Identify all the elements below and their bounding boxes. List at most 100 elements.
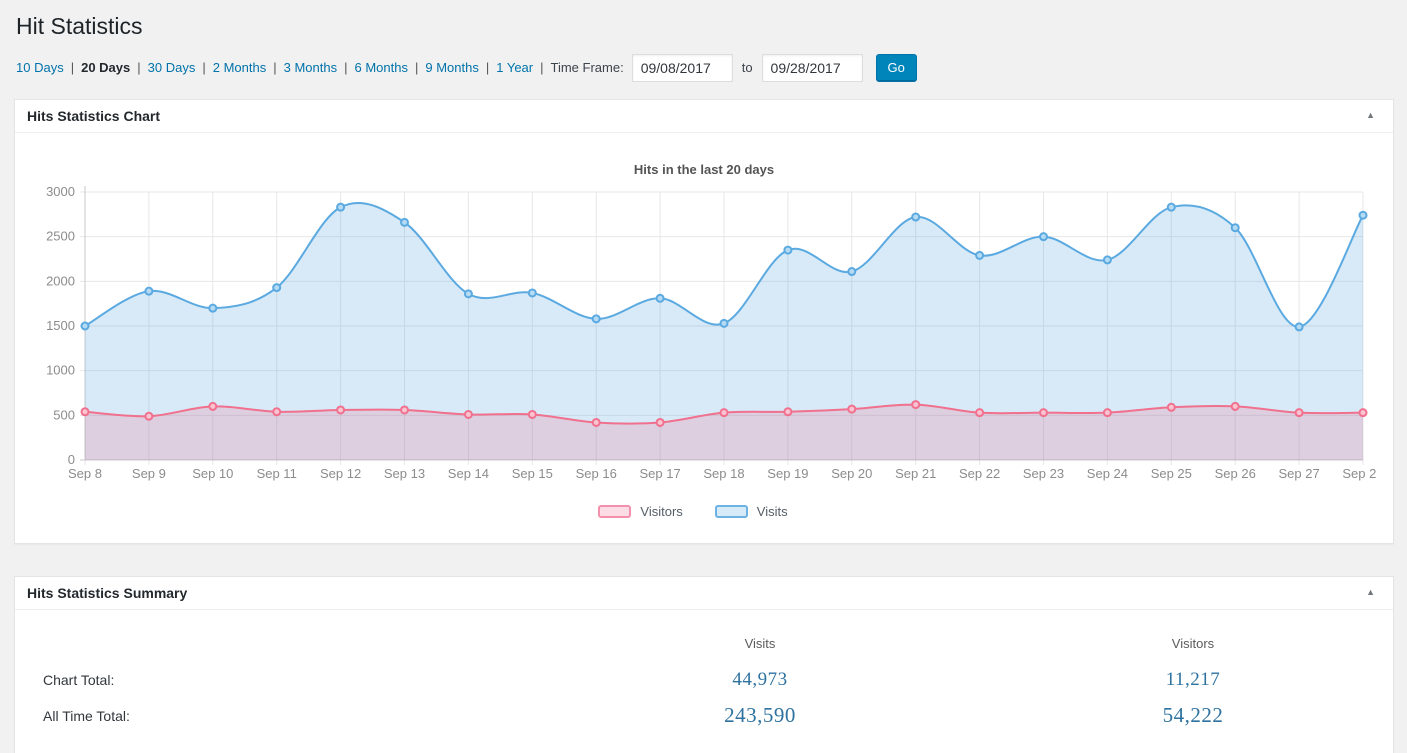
chart-point-visitors[interactable] (848, 405, 855, 412)
chart-point-visits[interactable] (1040, 233, 1047, 240)
separator: | (273, 60, 276, 75)
chart-point-visitors[interactable] (145, 413, 152, 420)
summary-col-visitors: Visitors (1005, 626, 1381, 662)
chart-point-visitors[interactable] (976, 409, 983, 416)
collapse-arrow-icon[interactable]: ▲ (1360, 584, 1381, 601)
summary-corner-cell (15, 626, 515, 662)
chart-point-visits[interactable] (465, 290, 472, 297)
x-tick-label: Sep 11 (257, 466, 297, 481)
x-tick-label: Sep 10 (192, 466, 233, 481)
legend-item-visitors[interactable]: Visitors (598, 504, 704, 519)
chart-point-visits[interactable] (1168, 204, 1175, 211)
visits-swatch-icon (715, 505, 748, 518)
x-tick-label: Sep 23 (1023, 466, 1064, 481)
chart-point-visitors[interactable] (401, 406, 408, 413)
x-tick-label: Sep 27 (1278, 466, 1319, 481)
chart-point-visits[interactable] (784, 246, 791, 253)
x-tick-label: Sep 24 (1087, 466, 1128, 481)
chart-point-visitors[interactable] (1296, 409, 1303, 416)
summary-panel-header[interactable]: Hits Statistics Summary ▲ (15, 577, 1393, 610)
collapse-arrow-icon[interactable]: ▲ (1360, 107, 1381, 124)
date-to-input[interactable] (762, 54, 863, 82)
chart-point-visits[interactable] (145, 288, 152, 295)
chart-point-visits[interactable] (848, 268, 855, 275)
chart-point-visitors[interactable] (465, 411, 472, 418)
chart-point-visitors[interactable] (1232, 403, 1239, 410)
chart-point-visitors[interactable] (337, 406, 344, 413)
page-title: Hit Statistics (14, 9, 1394, 46)
time-range-2-months[interactable]: 2 Months (213, 60, 266, 75)
y-tick-label: 1500 (46, 318, 75, 333)
summary-table: Visits Visitors Chart Total: 44,973 11,2… (15, 610, 1393, 753)
x-tick-label: Sep 26 (1215, 466, 1256, 481)
chart-point-visitors[interactable] (209, 403, 216, 410)
chart-point-visits[interactable] (1360, 212, 1367, 219)
x-tick-label: Sep 28 (1342, 466, 1377, 481)
chart-point-visitors[interactable] (273, 408, 280, 415)
chart-point-visits[interactable] (593, 315, 600, 322)
x-tick-label: Sep 22 (959, 466, 1000, 481)
chart-point-visits[interactable] (1232, 224, 1239, 231)
time-range-3-months[interactable]: 3 Months (284, 60, 337, 75)
chart-panel: Hits Statistics Chart ▲ Hits in the last… (14, 99, 1394, 544)
chart-legend: Visitors Visits (31, 501, 1377, 523)
chart-total-visits: 44,973 (515, 662, 1005, 698)
chart-point-visitors[interactable] (784, 408, 791, 415)
go-button[interactable]: Go (876, 54, 917, 82)
chart-total-label: Chart Total: (15, 662, 515, 698)
chart-point-visitors[interactable] (912, 401, 919, 408)
chart-total-visitors: 11,217 (1005, 662, 1381, 698)
chart-point-visitors[interactable] (82, 408, 89, 415)
separator: | (137, 60, 140, 75)
legend-item-visits[interactable]: Visits (715, 504, 810, 519)
chart-point-visits[interactable] (1104, 256, 1111, 263)
y-tick-label: 0 (68, 452, 75, 467)
chart-point-visits[interactable] (337, 204, 344, 211)
x-tick-label: Sep 21 (895, 466, 936, 481)
chart-point-visits[interactable] (209, 305, 216, 312)
chart-point-visitors[interactable] (529, 411, 536, 418)
chart-point-visits[interactable] (721, 320, 728, 327)
time-range-30-days[interactable]: 30 Days (148, 60, 196, 75)
x-tick-label: Sep 20 (831, 466, 872, 481)
time-range-9-months[interactable]: 9 Months (425, 60, 478, 75)
time-range-20-days[interactable]: 20 Days (81, 60, 130, 75)
separator: | (202, 60, 205, 75)
x-tick-label: Sep 9 (132, 466, 166, 481)
time-range-6-months[interactable]: 6 Months (354, 60, 407, 75)
chart-point-visits[interactable] (273, 284, 280, 291)
separator: | (344, 60, 347, 75)
chart-point-visitors[interactable] (1104, 409, 1111, 416)
legend-label-visits: Visits (757, 504, 788, 519)
chart-point-visits[interactable] (82, 322, 89, 329)
x-tick-label: Sep 8 (68, 466, 102, 481)
y-tick-label: 2000 (46, 273, 75, 288)
chart-point-visits[interactable] (1296, 323, 1303, 330)
chart-point-visitors[interactable] (1360, 409, 1367, 416)
x-tick-label: Sep 25 (1151, 466, 1192, 481)
chart-point-visits[interactable] (401, 219, 408, 226)
chart-panel-header[interactable]: Hits Statistics Chart ▲ (15, 100, 1393, 133)
time-range-10-days[interactable]: 10 Days (16, 60, 64, 75)
legend-label-visitors: Visitors (640, 504, 682, 519)
date-from-input[interactable] (632, 54, 733, 82)
chart-point-visits[interactable] (657, 295, 664, 302)
chart-point-visits[interactable] (529, 289, 536, 296)
x-tick-label: Sep 19 (767, 466, 808, 481)
chart-point-visitors[interactable] (1168, 404, 1175, 411)
y-tick-label: 1000 (46, 363, 75, 378)
chart-point-visitors[interactable] (657, 419, 664, 426)
chart-point-visitors[interactable] (1040, 409, 1047, 416)
time-range-1-year[interactable]: 1 Year (496, 60, 533, 75)
summary-col-visits: Visits (515, 626, 1005, 662)
time-frame-label: Time Frame: (551, 60, 624, 75)
chart-point-visits[interactable] (912, 213, 919, 220)
chart-point-visitors[interactable] (593, 419, 600, 426)
page: Hit Statistics 10 Days | 20 Days | 30 Days | 2… (0, 0, 1407, 753)
summary-panel-title: Hits Statistics Summary (27, 585, 187, 601)
chart-point-visits[interactable] (976, 252, 983, 259)
hits-chart-svg: 050010001500200025003000Sep 8Sep 9Sep 10… (31, 178, 1377, 490)
x-tick-label: Sep 16 (576, 466, 617, 481)
x-tick-label: Sep 18 (703, 466, 744, 481)
chart-point-visitors[interactable] (721, 409, 728, 416)
